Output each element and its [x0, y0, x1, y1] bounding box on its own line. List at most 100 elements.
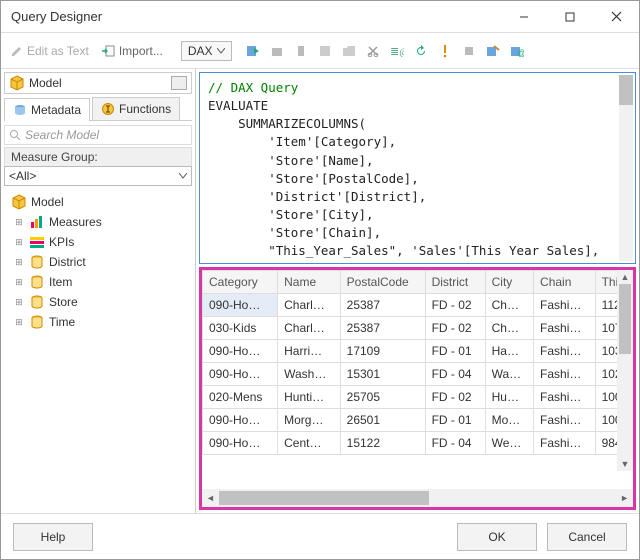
scroll-right-arrow[interactable]: ► — [616, 493, 633, 503]
param-icon[interactable]: ≣@ — [388, 42, 406, 60]
table-cell: Wash… — [278, 363, 341, 386]
table-cell: Fashi… — [534, 340, 596, 363]
tree-item[interactable]: ⊞Time — [7, 312, 189, 332]
table-cell: FD - 01 — [425, 409, 485, 432]
run-icon[interactable] — [244, 42, 262, 60]
tree-root[interactable]: Model — [7, 192, 189, 212]
titlebar: Query Designer — [1, 1, 639, 33]
tab-metadata[interactable]: Metadata — [4, 98, 90, 121]
query-scroll-thumb[interactable] — [619, 75, 633, 105]
column-header[interactable]: Chain — [534, 271, 596, 294]
design-icon[interactable] — [484, 42, 502, 60]
table-icon — [29, 314, 45, 330]
folder-icon[interactable] — [340, 42, 358, 60]
table-cell: 090-Ho… — [203, 340, 278, 363]
table-row[interactable]: 090-Ho…Charl…25387FD - 02Ch…Fashi…112 — [203, 294, 633, 317]
table-cell: Charl… — [278, 294, 341, 317]
tree-item-label: KPIs — [49, 235, 74, 249]
results-table: CategoryNamePostalCodeDistrictCityChainT… — [202, 270, 633, 455]
tree-item[interactable]: ⊞Item — [7, 272, 189, 292]
tool-icon-2[interactable] — [292, 42, 310, 60]
query-editor[interactable]: // DAX Query EVALUATE SUMMARIZECOLUMNS( … — [199, 72, 636, 264]
column-header[interactable]: Category — [203, 271, 278, 294]
measures-icon — [29, 214, 45, 230]
maximize-button[interactable] — [547, 1, 593, 33]
table-row[interactable]: 090-Ho…Wash…15301FD - 04Wa…Fashi…102 — [203, 363, 633, 386]
column-header[interactable]: PostalCode — [340, 271, 425, 294]
table-cell: 090-Ho… — [203, 294, 278, 317]
hscroll-thumb[interactable] — [219, 491, 429, 505]
table-cell: Hu… — [485, 386, 533, 409]
table-row[interactable]: 020-MensHunti…25705FD - 02Hu…Fashi…100 — [203, 386, 633, 409]
table-cell: Ha… — [485, 340, 533, 363]
stop-icon[interactable] — [460, 42, 478, 60]
expand-icon[interactable]: ⊞ — [13, 257, 25, 268]
warning-icon[interactable] — [436, 42, 454, 60]
table-cell: 020-Mens — [203, 386, 278, 409]
tree-item[interactable]: ⊞ KPIs — [7, 232, 189, 252]
model-header[interactable]: Model — [4, 72, 192, 94]
column-header[interactable]: District — [425, 271, 485, 294]
scroll-up-arrow[interactable]: ▲ — [619, 270, 632, 284]
functions-icon — [101, 102, 115, 116]
table-cell: Fashi… — [534, 386, 596, 409]
table-cell: FD - 02 — [425, 294, 485, 317]
cancel-button[interactable]: Cancel — [547, 523, 627, 551]
left-tabs: Metadata Functions — [4, 97, 192, 121]
expand-icon[interactable]: ⊞ — [13, 317, 25, 328]
expand-icon[interactable]: ⊞ — [13, 217, 25, 228]
expand-icon[interactable]: ⊞ — [13, 297, 25, 308]
help-button[interactable]: Help — [13, 523, 93, 551]
ok-button[interactable]: OK — [457, 523, 537, 551]
expand-icon[interactable]: ⊞ — [13, 237, 25, 248]
table-cell: FD - 04 — [425, 363, 485, 386]
tab-functions[interactable]: Functions — [92, 97, 180, 120]
search-icon — [9, 129, 21, 141]
refresh-icon[interactable] — [412, 42, 430, 60]
table-row[interactable]: 090-Ho…Harri…17109FD - 01Ha…Fashi…103 — [203, 340, 633, 363]
results-grid: CategoryNamePostalCodeDistrictCityChainT… — [202, 270, 633, 489]
vscroll-thumb[interactable] — [619, 284, 631, 354]
import-button[interactable]: Import... — [97, 42, 167, 60]
measure-group-dropdown[interactable]: <All> — [4, 166, 192, 186]
table-icon — [29, 254, 45, 270]
results-hscrollbar[interactable]: ◄ ► — [202, 489, 633, 507]
close-button[interactable] — [593, 1, 639, 33]
table-row[interactable]: 090-Ho…Morg…26501FD - 01Mo…Fashi…100 — [203, 409, 633, 432]
minimize-button[interactable] — [501, 1, 547, 33]
tab-functions-label: Functions — [119, 102, 171, 116]
right-panel: // DAX Query EVALUATE SUMMARIZECOLUMNS( … — [196, 69, 639, 513]
expand-icon[interactable]: ⊞ — [13, 277, 25, 288]
table-cell: 26501 — [340, 409, 425, 432]
tool-icon-1[interactable] — [268, 42, 286, 60]
table-icon — [29, 294, 45, 310]
scroll-left-arrow[interactable]: ◄ — [202, 493, 219, 503]
scroll-down-arrow[interactable]: ▼ — [619, 457, 632, 471]
edit-as-text-button[interactable]: Edit as Text — [7, 42, 93, 60]
tree-item[interactable]: ⊞District — [7, 252, 189, 272]
column-header[interactable]: City — [485, 271, 533, 294]
language-dropdown[interactable]: DAX — [181, 41, 232, 61]
tree-item-label: Store — [49, 295, 78, 309]
search-model-input[interactable]: Search Model — [4, 125, 192, 145]
table-cell: 15301 — [340, 363, 425, 386]
tree-item[interactable]: ⊞ Store — [7, 292, 189, 312]
table-cell: Mo… — [485, 409, 533, 432]
toolbar-icons: ≣@ @ — [244, 42, 526, 60]
table-row[interactable]: 030-KidsCharl…25387FD - 02Ch…Fashi…107 — [203, 317, 633, 340]
results-highlight: CategoryNamePostalCodeDistrictCityChainT… — [199, 267, 636, 510]
tool-icon-3[interactable] — [316, 42, 334, 60]
model-select-icon[interactable] — [171, 76, 187, 90]
tree-root-label: Model — [31, 195, 64, 209]
results-vscrollbar[interactable]: ▲ ▼ — [617, 270, 633, 471]
cut-icon[interactable] — [364, 42, 382, 60]
tree-item[interactable]: ⊞Measures — [7, 212, 189, 232]
tab-metadata-label: Metadata — [31, 103, 81, 117]
cube-icon — [9, 75, 25, 91]
table-header-row: CategoryNamePostalCodeDistrictCityChainT… — [203, 271, 633, 294]
table-row[interactable]: 090-Ho…Cent…15122FD - 04We…Fashi…984 — [203, 432, 633, 455]
column-header[interactable]: Name — [278, 271, 341, 294]
table-cell: We… — [485, 432, 533, 455]
help-label: Help — [41, 530, 66, 544]
query-icon[interactable]: @ — [508, 42, 526, 60]
